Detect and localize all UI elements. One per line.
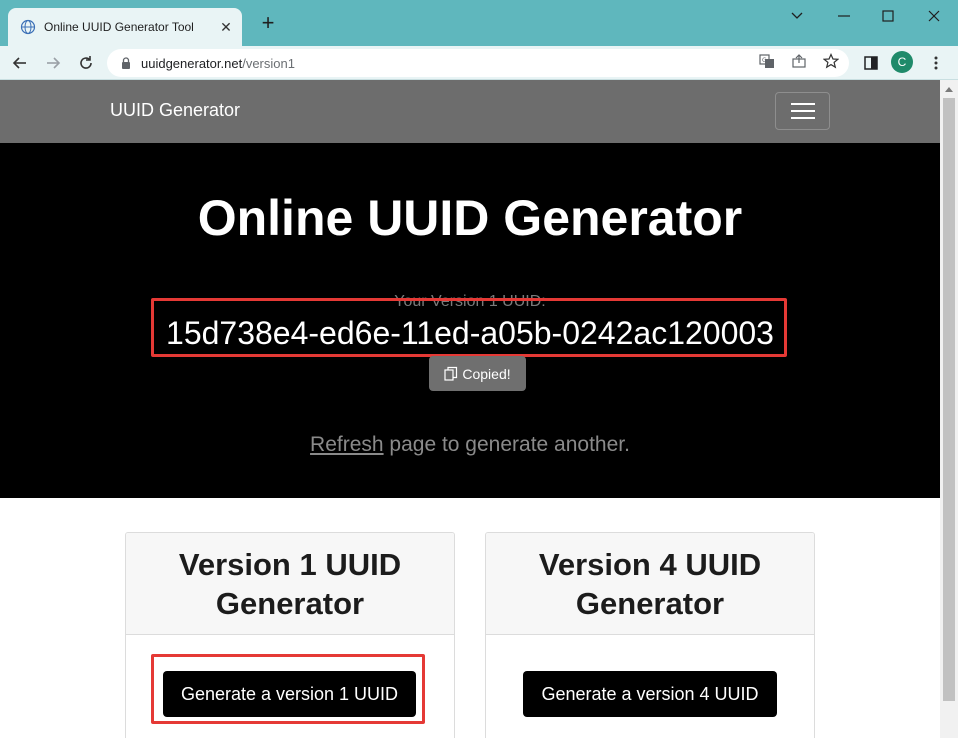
page-scrollbar[interactable] (940, 80, 958, 738)
tab-search-icon[interactable] (783, 6, 811, 26)
version1-card-title: Version 1 UUID Generator (126, 533, 454, 635)
scroll-up-arrow-icon[interactable] (940, 80, 958, 98)
copied-label: Copied! (462, 365, 511, 382)
scroll-thumb[interactable] (943, 98, 955, 701)
globe-icon (20, 19, 36, 35)
refresh-suffix: page to generate another. (383, 433, 630, 456)
browser-tab[interactable]: Online UUID Generator Tool ✕ (8, 8, 242, 46)
reload-icon[interactable] (74, 51, 98, 75)
hero-section: Online UUID Generator Your Version 1 UUI… (0, 143, 940, 498)
browser-titlebar: Online UUID Generator Tool ✕ + (0, 0, 958, 46)
bookmark-star-icon[interactable] (822, 52, 840, 70)
refresh-link[interactable]: Refresh (310, 433, 384, 456)
generate-v4-button[interactable]: Generate a version 4 UUID (523, 671, 777, 717)
new-tab-button[interactable]: + (256, 12, 280, 36)
button-highlight-box (151, 654, 425, 724)
version4-card-title: Version 4 UUID Generator (486, 533, 814, 635)
address-bar[interactable]: uuidgenerator.net/version1 (107, 49, 849, 77)
share-icon[interactable] (790, 52, 808, 70)
menu-toggle-button[interactable] (775, 92, 830, 130)
page-viewport: UUID Generator Online UUID Generator You… (0, 80, 940, 738)
site-brand[interactable]: UUID Generator (110, 100, 240, 121)
page-title: Online UUID Generator (197, 190, 743, 246)
url-path: /version1 (242, 55, 295, 71)
card-title-line1: Version 4 UUID (538, 546, 762, 582)
maximize-button[interactable] (874, 6, 902, 26)
kebab-menu-icon[interactable] (926, 53, 946, 73)
forward-arrow-icon[interactable] (41, 51, 65, 75)
lock-icon (119, 56, 133, 70)
copy-icon (444, 366, 458, 381)
site-navbar: UUID Generator (0, 80, 940, 143)
version4-card: Version 4 UUID Generator Generate a versi… (485, 532, 815, 738)
svg-text:G: G (762, 57, 767, 64)
profile-avatar[interactable]: C (891, 51, 913, 73)
side-panel-icon[interactable] (861, 53, 881, 73)
tab-title: Online UUID Generator Tool (44, 20, 194, 34)
hamburger-icon (790, 103, 815, 119)
back-arrow-icon[interactable] (8, 51, 32, 75)
close-window-button[interactable] (920, 6, 948, 26)
url-host: uuidgenerator.net (141, 55, 243, 71)
copied-tooltip: Copied! (429, 356, 526, 391)
card-title-line2: Generator (215, 585, 365, 621)
card-title-line2: Generator (575, 585, 725, 621)
card-title-line1: Version 1 UUID (178, 546, 402, 582)
refresh-hint: Refresh page to generate another. (0, 433, 940, 457)
browser-toolbar: uuidgenerator.net/version1 G C (0, 46, 958, 80)
uuid-highlight-box (151, 298, 787, 357)
minimize-button[interactable] (830, 6, 858, 26)
close-tab-icon[interactable]: ✕ (218, 19, 234, 35)
translate-icon[interactable]: G (758, 52, 776, 70)
